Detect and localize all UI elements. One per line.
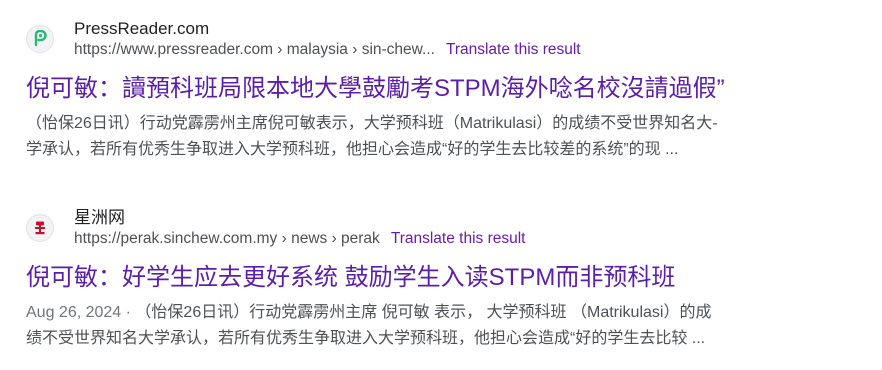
snippet-text: （怡保26日讯）行动党霹雳州主席 倪可敏 表示， 大学预科班 （Matrikul… bbox=[135, 304, 712, 321]
sinchew-logo-icon bbox=[26, 214, 54, 242]
search-result: PressReader.com https://www.pressreader.… bbox=[26, 16, 866, 163]
snippet-line: Aug 26, 2024 · （怡保26日讯）行动党霹雳州主席 倪可敏 表示， … bbox=[26, 300, 841, 326]
search-result: 星洲网 https://perak.sinchew.com.my › news … bbox=[26, 205, 866, 352]
snippet-line: 学承认，若所有优秀生争取进入大学预科班，他担心会造成“好的学生去比较差的系统”的… bbox=[26, 141, 679, 158]
result-source[interactable]: PressReader.com https://www.pressreader.… bbox=[26, 16, 866, 62]
snippet-line: （怡保26日讯）行动党霹雳州主席倪可敏表示，大学预科班（Matrikulasi）… bbox=[26, 115, 718, 132]
translate-result-link[interactable]: Translate this result bbox=[446, 40, 581, 60]
result-date: Aug 26, 2024 · bbox=[26, 304, 136, 321]
result-title-link[interactable]: 倪可敏：好学生应去更好系统 鼓励学生入读STPM而非预科班 bbox=[26, 263, 866, 293]
result-title-link[interactable]: 倪可敏：讀預科班局限本地大學鼓勵考STPM海外唸名校沒請過假” bbox=[26, 74, 866, 104]
result-snippet: （怡保26日讯）行动党霹雳州主席倪可敏表示，大学预科班（Matrikulasi）… bbox=[26, 111, 841, 163]
result-source[interactable]: 星洲网 https://perak.sinchew.com.my › news … bbox=[26, 205, 866, 251]
snippet-line: 绩不受世界知名大学承认，若所有优秀生争取进入大学预科班，他担心会造成“好的学生去… bbox=[26, 330, 706, 347]
site-name: PressReader.com bbox=[74, 19, 210, 38]
result-snippet: Aug 26, 2024 · （怡保26日讯）行动党霹雳州主席 倪可敏 表示， … bbox=[26, 300, 841, 352]
site-name: 星洲网 bbox=[74, 208, 125, 227]
result-url: https://www.pressreader.com › malaysia ›… bbox=[74, 41, 435, 58]
pressreader-logo-icon bbox=[26, 25, 54, 53]
result-url: https://perak.sinchew.com.my › news › pe… bbox=[74, 230, 380, 247]
translate-result-link[interactable]: Translate this result bbox=[391, 229, 526, 249]
